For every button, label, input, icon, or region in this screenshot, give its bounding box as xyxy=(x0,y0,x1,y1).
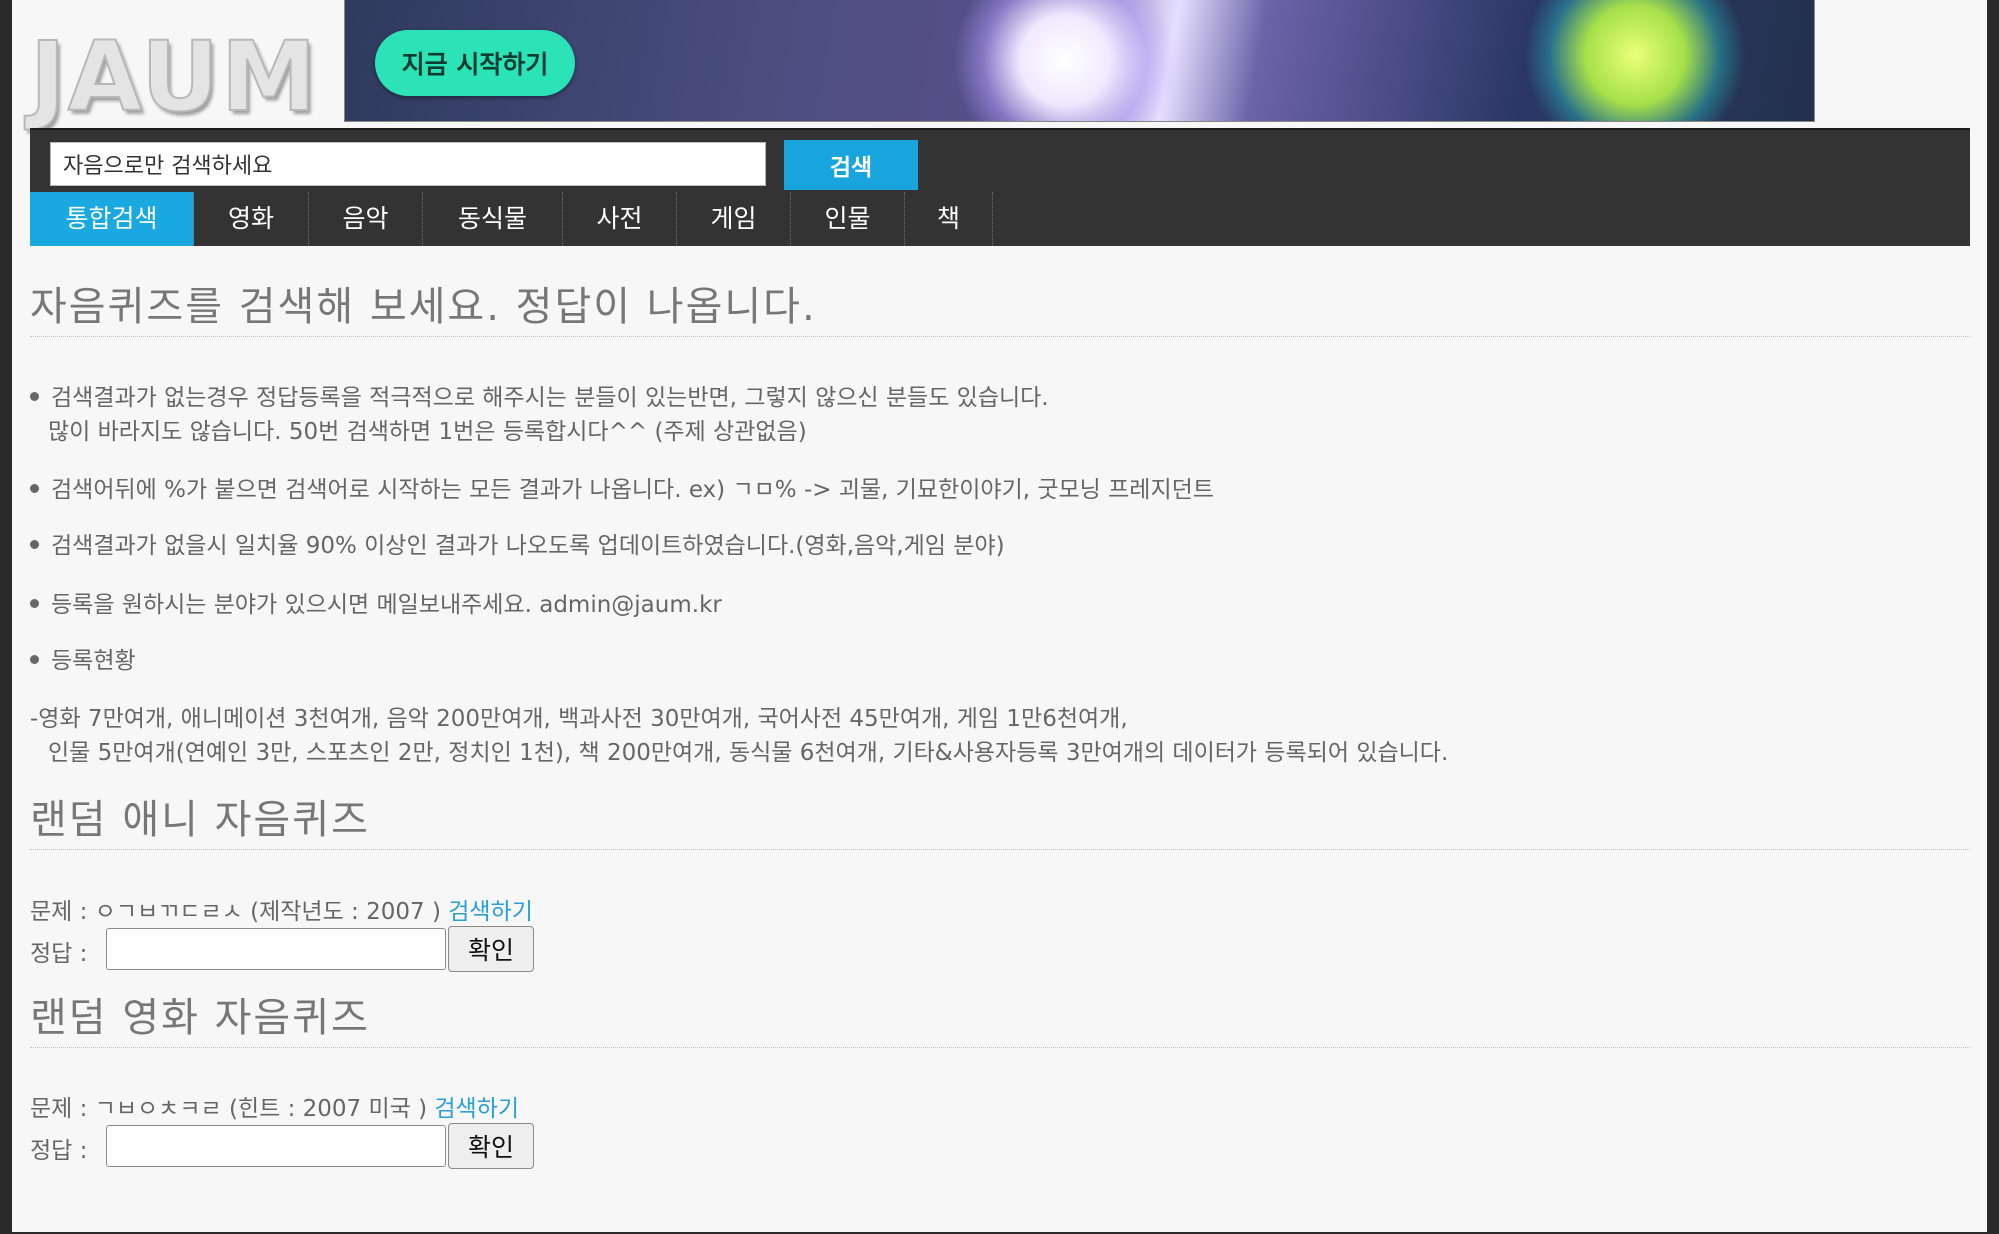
divider xyxy=(30,1047,1970,1048)
search-button[interactable]: 검색 xyxy=(784,140,918,190)
tab-animals-plants[interactable]: 동식물 xyxy=(423,192,563,246)
anime-quiz-question: 문제 : ㅇㄱㅂㄲㄷㄹㅅ (제작년도 : 2007 ) 검색하기 xyxy=(30,899,533,925)
tab-game[interactable]: 게임 xyxy=(677,192,791,246)
movie-quiz-answer-label: 정답 : xyxy=(30,1138,88,1164)
tab-movie[interactable]: 영화 xyxy=(194,192,309,246)
search-panel: 검색 통합검색 영화 음악 동식물 사전 게임 인물 책 xyxy=(30,128,1970,246)
anime-quiz-title: 랜덤 애니 자음퀴즈 xyxy=(30,797,370,843)
bullet-icon xyxy=(30,392,39,401)
divider xyxy=(30,336,1970,337)
ad-banner[interactable]: 지금 시작하기 xyxy=(345,0,1814,121)
info-bullet-2: 검색어뒤에 %가 붙으면 검색어로 시작하는 모든 결과가 나옵니다. ex) … xyxy=(30,470,1214,504)
bullet-icon xyxy=(30,599,39,608)
stats-line-1: -영화 7만여개, 애니메이션 3천여개, 음악 200만여개, 백과사전 30… xyxy=(30,706,1128,732)
movie-quiz-answer-input[interactable] xyxy=(106,1125,446,1167)
info-bullet-5: 등록현황 xyxy=(30,641,136,675)
anime-quiz-search-link[interactable]: 검색하기 xyxy=(448,899,533,925)
tab-dictionary[interactable]: 사전 xyxy=(563,192,677,246)
banner-start-button[interactable]: 지금 시작하기 xyxy=(375,30,575,96)
movie-quiz-title: 랜덤 영화 자음퀴즈 xyxy=(30,995,370,1041)
search-input[interactable] xyxy=(50,142,766,186)
anime-quiz-answer-input[interactable] xyxy=(106,928,446,970)
info-bullet-3: 검색결과가 없을시 일치율 90% 이상인 결과가 나오도록 업데이트하였습니다… xyxy=(30,526,1005,560)
divider xyxy=(30,849,1970,850)
bullet-icon xyxy=(30,540,39,549)
intro-title: 자음퀴즈를 검색해 보세요. 정답이 나옵니다. xyxy=(30,284,817,330)
anime-quiz-answer-label: 정답 : xyxy=(30,941,88,967)
tab-music[interactable]: 음악 xyxy=(309,192,423,246)
category-tabs: 통합검색 영화 음악 동식물 사전 게임 인물 책 xyxy=(30,192,993,246)
bullet-icon xyxy=(30,484,39,493)
stats-line-2: 인물 5만여개(연예인 3만, 스포츠인 2만, 정치인 1천), 책 200만… xyxy=(48,740,1449,766)
jaum-logo[interactable]: JAUM xyxy=(29,28,350,126)
banner-flash-graphic xyxy=(955,0,1175,121)
movie-quiz-search-link[interactable]: 검색하기 xyxy=(434,1096,519,1122)
tab-person[interactable]: 인물 xyxy=(791,192,905,246)
page: JAUM 지금 시작하기 검색 통합검색 영화 음악 동식물 사전 게임 인물 … xyxy=(12,0,1987,1232)
info-bullet-1-cont: 많이 바라지도 않습니다. 50번 검색하면 1번은 등록합시다^^ (주제 상… xyxy=(48,419,807,445)
movie-quiz-question: 문제 : ㄱㅂㅇㅊㅋㄹ (힌트 : 2007 미국 ) 검색하기 xyxy=(30,1096,520,1122)
movie-quiz-confirm-button[interactable]: 확인 xyxy=(448,1123,534,1169)
bullet-icon xyxy=(30,655,39,664)
tab-book[interactable]: 책 xyxy=(905,192,993,246)
tab-all[interactable]: 통합검색 xyxy=(30,192,194,246)
info-bullet-1: 검색결과가 없는경우 정답등록을 적극적으로 해주시는 분들이 있는반면, 그렇… xyxy=(30,378,1049,412)
anime-quiz-confirm-button[interactable]: 확인 xyxy=(448,926,534,972)
banner-glow-graphic xyxy=(1515,0,1755,121)
info-bullet-4: 등록을 원하시는 분야가 있으시면 메일보내주세요. admin@jaum.kr xyxy=(30,585,722,619)
